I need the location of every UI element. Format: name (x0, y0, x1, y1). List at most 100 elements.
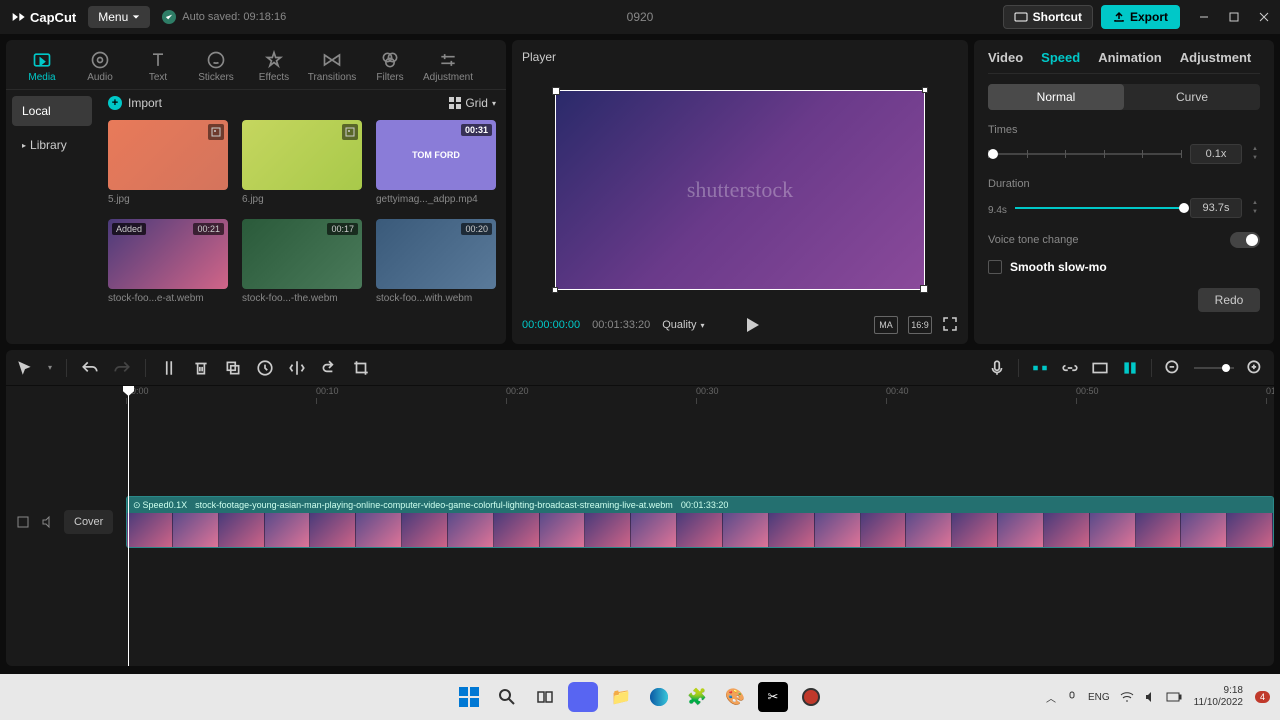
duration-slider[interactable] (1015, 207, 1182, 209)
prop-tab-speed[interactable]: Speed (1041, 50, 1080, 65)
maximize-button[interactable] (1228, 11, 1240, 23)
delete-tool[interactable] (192, 359, 210, 377)
prop-tab-adjustment[interactable]: Adjustment (1180, 50, 1252, 65)
record-button[interactable] (796, 682, 826, 712)
prop-tab-animation[interactable]: Animation (1098, 50, 1162, 65)
timeline-clip[interactable]: ⊙ Speed0.1X stock-footage-young-asian-ma… (126, 496, 1274, 548)
edge-button[interactable] (644, 682, 674, 712)
start-button[interactable] (454, 682, 484, 712)
undo-button[interactable] (81, 359, 99, 377)
fullscreen-button[interactable] (942, 316, 958, 332)
split-tool[interactable] (160, 359, 178, 377)
tab-stickers[interactable]: Stickers (190, 44, 242, 89)
search-button[interactable] (492, 682, 522, 712)
prop-tab-video[interactable]: Video (988, 50, 1023, 65)
mic-tray-icon[interactable] (1066, 691, 1078, 703)
windows-taskbar: 📁 🧩 🎨 ✂ ︿ ENG 9:18 11/10/2022 4 (0, 674, 1280, 720)
duration-value[interactable]: 93.7s (1190, 198, 1242, 218)
import-button[interactable]: + Import (108, 96, 162, 110)
sidebar-item-library[interactable]: ▸ Library (12, 130, 92, 160)
battery-icon[interactable] (1166, 692, 1182, 702)
image-icon (208, 124, 224, 140)
select-tool[interactable] (16, 359, 34, 377)
mic-button[interactable] (988, 359, 1006, 377)
plus-icon: + (108, 96, 122, 110)
playhead[interactable] (128, 386, 129, 666)
timecode-current: 00:00:00:00 (522, 319, 580, 331)
task-view-button[interactable] (530, 682, 560, 712)
redo-timeline-button[interactable] (113, 359, 131, 377)
smooth-label: Smooth slow-mo (1010, 260, 1107, 274)
volume-icon[interactable] (1144, 691, 1156, 703)
taskbar-app[interactable] (568, 682, 598, 712)
tray-chevron[interactable]: ︿ (1046, 690, 1056, 705)
sub-tab-normal[interactable]: Normal (988, 84, 1124, 110)
timecode-total: 00:01:33:20 (592, 319, 650, 331)
preview-button[interactable] (1091, 359, 1109, 377)
zoom-in-button[interactable] (1246, 359, 1264, 377)
tab-adjustment[interactable]: Adjustment (422, 44, 474, 89)
smooth-checkbox[interactable] (988, 260, 1002, 274)
quality-dropdown[interactable]: Quality▾ (662, 319, 704, 331)
play-button[interactable] (747, 318, 759, 332)
align-button[interactable] (1121, 359, 1139, 377)
language-indicator[interactable]: ENG (1088, 692, 1110, 703)
tab-filters[interactable]: Filters (364, 44, 416, 89)
speed-icon: ⊙ Speed0.1X (133, 500, 187, 511)
zoom-slider[interactable] (1194, 367, 1234, 369)
timeline-ruler[interactable]: 00:00 00:10 00:20 00:30 00:40 00:50 01 (126, 386, 1274, 406)
media-item[interactable]: TOM FORD00:31 gettyimag..._adpp.mp4 (376, 120, 496, 205)
original-ratio-button[interactable]: MA (874, 316, 898, 334)
cover-button[interactable]: Cover (64, 510, 113, 534)
watermark: shutterstock (687, 177, 793, 203)
chevron-right-icon: ▸ (22, 141, 26, 150)
shortcut-button[interactable]: Shortcut (1003, 5, 1093, 29)
sub-tab-curve[interactable]: Curve (1124, 84, 1260, 110)
duplicate-tool[interactable] (224, 359, 242, 377)
tab-text[interactable]: Text (132, 44, 184, 89)
wifi-icon[interactable] (1120, 691, 1134, 703)
capcut-taskbar[interactable]: ✂ (758, 682, 788, 712)
tab-media[interactable]: Media (16, 44, 68, 89)
sidebar-item-local[interactable]: Local (12, 96, 92, 126)
times-stepper[interactable]: ▲▼ (1250, 146, 1260, 163)
link-button[interactable] (1061, 359, 1079, 377)
duration-stepper[interactable]: ▲▼ (1250, 200, 1260, 217)
image-icon (342, 124, 358, 140)
track-toggle-icon[interactable] (16, 515, 30, 529)
times-slider[interactable] (988, 153, 1182, 155)
notification-badge[interactable]: 4 (1255, 691, 1270, 703)
magnet-button[interactable] (1031, 359, 1049, 377)
minimize-button[interactable] (1198, 11, 1210, 23)
media-item[interactable]: 5.jpg (108, 120, 228, 205)
track-mute-icon[interactable] (40, 515, 54, 529)
duration-label: Duration (988, 178, 1260, 190)
file-explorer-button[interactable]: 📁 (606, 682, 636, 712)
media-item[interactable]: Added00:21 stock-foo...e-at.webm (108, 219, 228, 304)
rotate-tool[interactable] (320, 359, 338, 377)
mirror-tool[interactable] (288, 359, 306, 377)
export-button[interactable]: Export (1101, 5, 1180, 29)
close-button[interactable] (1258, 11, 1270, 23)
taskbar-app[interactable]: 🎨 (720, 682, 750, 712)
player-viewport[interactable]: shutterstock (522, 74, 958, 306)
menu-button[interactable]: Menu (88, 6, 150, 28)
crop-tool[interactable] (352, 359, 370, 377)
grid-view-button[interactable]: Grid ▾ (449, 96, 496, 110)
tab-audio[interactable]: Audio (74, 44, 126, 89)
clock[interactable]: 9:18 11/10/2022 (1194, 685, 1243, 709)
tab-effects[interactable]: Effects (248, 44, 300, 89)
taskbar-app[interactable]: 🧩 (682, 682, 712, 712)
voice-change-label: Voice tone change (988, 234, 1079, 246)
reverse-tool[interactable] (256, 359, 274, 377)
auto-saved-status: Auto saved: 09:18:16 (162, 10, 286, 24)
voice-change-toggle[interactable] (1230, 232, 1260, 248)
media-item[interactable]: 6.jpg (242, 120, 362, 205)
aspect-ratio-button[interactable]: 16:9 (908, 316, 932, 334)
media-item[interactable]: 00:20 stock-foo...with.webm (376, 219, 496, 304)
zoom-out-button[interactable] (1164, 359, 1182, 377)
media-item[interactable]: 00:17 stock-foo...-the.webm (242, 219, 362, 304)
tab-transitions[interactable]: Transitions (306, 44, 358, 89)
redo-button[interactable]: Redo (1198, 288, 1260, 312)
times-value[interactable]: 0.1x (1190, 144, 1242, 164)
